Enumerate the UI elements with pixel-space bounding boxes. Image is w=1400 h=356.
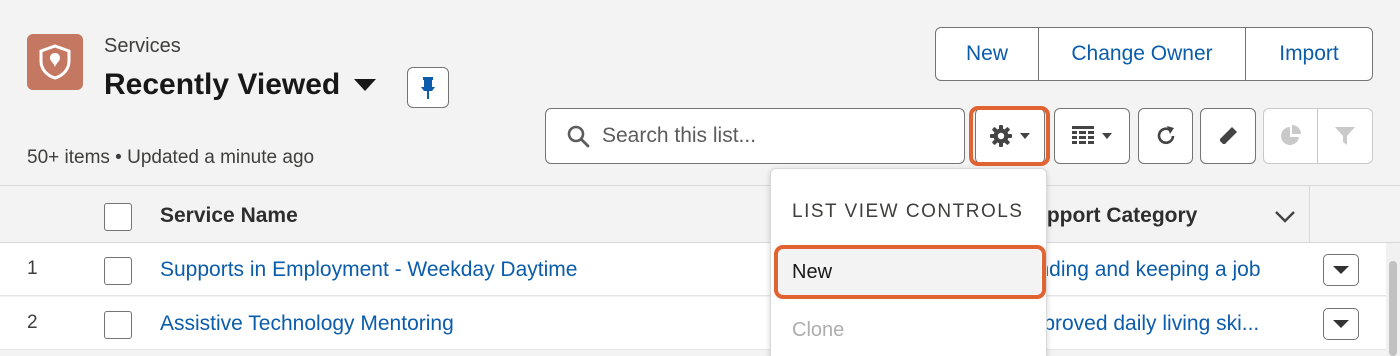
pie-chart-icon <box>1280 125 1301 145</box>
services-object-icon <box>27 34 83 90</box>
filter-button[interactable] <box>1318 109 1372 163</box>
row-checkbox[interactable] <box>104 311 132 339</box>
charts-filter-group <box>1263 108 1373 164</box>
chevron-down-icon[interactable] <box>1274 210 1296 224</box>
list-status: 50+ items • Updated a minute ago <box>27 147 315 168</box>
scrollbar[interactable] <box>1386 243 1400 356</box>
select-all-checkbox[interactable] <box>104 203 132 231</box>
caret-down-icon <box>1333 320 1349 328</box>
pin-icon <box>421 76 435 99</box>
search-icon <box>567 125 590 148</box>
highlight-outline <box>774 245 1046 299</box>
change-owner-button[interactable]: Change Owner <box>1039 28 1246 80</box>
caret-down-icon <box>1102 133 1112 139</box>
support-category-link[interactable]: Finding and keeping a job <box>1020 258 1261 282</box>
row-checkbox[interactable] <box>104 257 132 285</box>
menu-item-clone[interactable]: Clone <box>792 319 844 342</box>
table-row: 1 Supports in Employment - Weekday Dayti… <box>0 243 1400 296</box>
support-category-link[interactable]: Improved daily living ski... <box>1020 312 1259 336</box>
caret-down-icon <box>354 79 377 91</box>
search-input[interactable] <box>602 124 942 148</box>
object-label: Services <box>104 35 181 57</box>
display-as-button[interactable] <box>1054 108 1130 164</box>
service-name-link[interactable]: Assistive Technology Mentoring <box>160 312 454 336</box>
list-view-header: Services Recently Viewed 50+ items • Upd… <box>0 0 1400 186</box>
table-header: Service Name Support Category <box>0 186 1400 243</box>
pencil-icon <box>1220 127 1237 144</box>
filter-icon <box>1335 127 1355 145</box>
show-charts-button[interactable] <box>1264 109 1318 163</box>
table-icon <box>1072 126 1094 144</box>
pin-list-view-button[interactable] <box>407 67 449 108</box>
edit-list-button[interactable] <box>1200 108 1256 164</box>
page-title: Recently Viewed <box>104 68 341 101</box>
refresh-button[interactable] <box>1138 108 1193 164</box>
row-actions-button[interactable] <box>1323 308 1359 340</box>
row-actions-button[interactable] <box>1323 254 1359 286</box>
list-view-controls-menu: LIST VIEW CONTROLS New Clone <box>770 168 1047 356</box>
column-header-service-name[interactable]: Service Name <box>160 204 298 228</box>
row-number: 1 <box>27 258 38 279</box>
row-number: 2 <box>27 312 38 333</box>
scrollbar-thumb[interactable] <box>1389 261 1397 356</box>
menu-heading: LIST VIEW CONTROLS <box>792 201 1024 222</box>
action-button-group: New Change Owner Import <box>935 27 1373 81</box>
list-view-selector[interactable]: Recently Viewed <box>104 68 377 102</box>
refresh-icon <box>1157 126 1174 145</box>
highlight-outline <box>969 106 1050 166</box>
service-name-link[interactable]: Supports in Employment - Weekday Daytime <box>160 258 577 282</box>
search-box <box>545 108 965 164</box>
import-button[interactable]: Import <box>1246 28 1372 80</box>
column-divider <box>1309 186 1310 243</box>
table-row: 2 Assistive Technology Mentoring Improve… <box>0 297 1400 350</box>
caret-down-icon <box>1333 266 1349 274</box>
new-button[interactable]: New <box>936 28 1039 80</box>
